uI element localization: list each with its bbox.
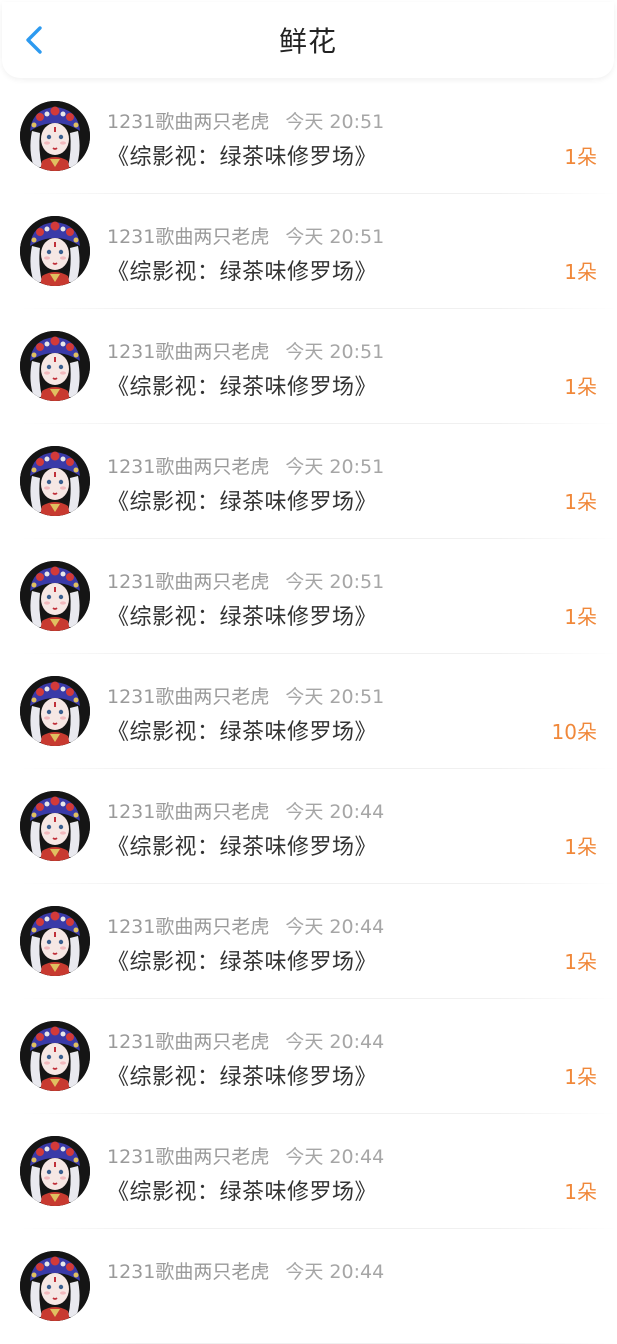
list-item[interactable]: 1231歌曲两只老虎 今天 20:44 《综影视：绿茶味修罗场》 1朵: [0, 884, 617, 999]
send-time: 今天 20:51: [285, 111, 385, 133]
list-item[interactable]: 1231歌曲两只老虎 今天 20:44 《综影视：绿茶味修罗场》 1朵: [0, 999, 617, 1114]
send-time: 今天 20:44: [285, 801, 385, 823]
sender-name: 1231歌曲两只老虎: [107, 1146, 270, 1168]
avatar[interactable]: [20, 1021, 90, 1091]
send-time: 今天 20:44: [285, 1031, 385, 1053]
list-item[interactable]: 1231歌曲两只老虎 今天 20:51 《综影视：绿茶味修罗场》 1朵: [0, 309, 617, 424]
opera-avatar-image: [20, 446, 90, 516]
avatar[interactable]: [20, 101, 90, 171]
send-time: 今天 20:44: [285, 916, 385, 938]
send-time: 今天 20:51: [285, 571, 385, 593]
avatar[interactable]: [20, 906, 90, 976]
top-bar: 鲜花: [2, 2, 614, 78]
avatar[interactable]: [20, 1251, 90, 1321]
record-meta: 1231歌曲两只老虎 今天 20:44: [107, 797, 384, 824]
record-meta: 1231歌曲两只老虎 今天 20:51: [107, 107, 384, 134]
list-item[interactable]: 1231歌曲两只老虎 今天 20:44: [0, 1229, 617, 1344]
flower-count: 1朵: [564, 490, 597, 514]
sender-name: 1231歌曲两只老虎: [107, 571, 270, 593]
list-item[interactable]: 1231歌曲两只老虎 今天 20:51 《综影视：绿茶味修罗场》 10朵: [0, 654, 617, 769]
flower-count: 10朵: [551, 720, 597, 744]
flower-count: 1朵: [564, 605, 597, 629]
record-meta: 1231歌曲两只老虎 今天 20:44: [107, 1027, 384, 1054]
record-meta: 1231歌曲两只老虎 今天 20:51: [107, 337, 384, 364]
send-time: 今天 20:51: [285, 341, 385, 363]
avatar[interactable]: [20, 216, 90, 286]
opera-avatar-image: [20, 561, 90, 631]
sender-name: 1231歌曲两只老虎: [107, 916, 270, 938]
record-meta: 1231歌曲两只老虎 今天 20:51: [107, 567, 384, 594]
sender-name: 1231歌曲两只老虎: [107, 456, 270, 478]
avatar[interactable]: [20, 561, 90, 631]
list-item[interactable]: 1231歌曲两只老虎 今天 20:51 《综影视：绿茶味修罗场》 1朵: [0, 79, 617, 194]
avatar[interactable]: [20, 446, 90, 516]
opera-avatar-image: [20, 331, 90, 401]
sender-name: 1231歌曲两只老虎: [107, 226, 270, 248]
flower-count: 1朵: [564, 835, 597, 859]
book-title: 《综影视：绿茶味修罗场》: [107, 950, 378, 975]
list-item[interactable]: 1231歌曲两只老虎 今天 20:51 《综影视：绿茶味修罗场》 1朵: [0, 194, 617, 309]
send-time: 今天 20:51: [285, 686, 385, 708]
flower-count: 1朵: [564, 375, 597, 399]
record-meta: 1231歌曲两只老虎 今天 20:51: [107, 682, 384, 709]
opera-avatar-image: [20, 1136, 90, 1206]
record-meta: 1231歌曲两只老虎 今天 20:44: [107, 912, 384, 939]
sender-name: 1231歌曲两只老虎: [107, 686, 270, 708]
book-title: 《综影视：绿茶味修罗场》: [107, 145, 378, 170]
book-title: 《综影视：绿茶味修罗场》: [107, 260, 378, 285]
flower-count: 1朵: [564, 1065, 597, 1089]
sender-name: 1231歌曲两只老虎: [107, 1031, 270, 1053]
record-meta: 1231歌曲两只老虎 今天 20:51: [107, 452, 384, 479]
record-meta: 1231歌曲两只老虎 今天 20:51: [107, 222, 384, 249]
book-title: 《综影视：绿茶味修罗场》: [107, 375, 378, 400]
opera-avatar-image: [20, 676, 90, 746]
avatar[interactable]: [20, 676, 90, 746]
opera-avatar-image: [20, 101, 90, 171]
book-title: 《综影视：绿茶味修罗场》: [107, 490, 378, 515]
avatar[interactable]: [20, 331, 90, 401]
book-title: 《综影视：绿茶味修罗场》: [107, 605, 378, 630]
list-item[interactable]: 1231歌曲两只老虎 今天 20:44 《综影视：绿茶味修罗场》 1朵: [0, 769, 617, 884]
avatar[interactable]: [20, 791, 90, 861]
list-item[interactable]: 1231歌曲两只老虎 今天 20:51 《综影视：绿茶味修罗场》 1朵: [0, 539, 617, 654]
list-item[interactable]: 1231歌曲两只老虎 今天 20:51 《综影视：绿茶味修罗场》 1朵: [0, 424, 617, 539]
opera-avatar-image: [20, 1021, 90, 1091]
send-time: 今天 20:51: [285, 226, 385, 248]
opera-avatar-image: [20, 791, 90, 861]
opera-avatar-image: [20, 216, 90, 286]
avatar[interactable]: [20, 1136, 90, 1206]
sender-name: 1231歌曲两只老虎: [107, 111, 270, 133]
opera-avatar-image: [20, 1251, 90, 1321]
flower-count: 1朵: [564, 260, 597, 284]
book-title: 《综影视：绿茶味修罗场》: [107, 720, 378, 745]
opera-avatar-image: [20, 906, 90, 976]
flower-count: 1朵: [564, 145, 597, 169]
sender-name: 1231歌曲两只老虎: [107, 341, 270, 363]
sender-name: 1231歌曲两只老虎: [107, 801, 270, 823]
flower-record-list: 1231歌曲两只老虎 今天 20:51 《综影视：绿茶味修罗场》 1朵 1231…: [0, 79, 617, 1344]
flower-count: 1朵: [564, 950, 597, 974]
list-item[interactable]: 1231歌曲两只老虎 今天 20:44 《综影视：绿茶味修罗场》 1朵: [0, 1114, 617, 1229]
send-time: 今天 20:51: [285, 456, 385, 478]
record-meta: 1231歌曲两只老虎 今天 20:44: [107, 1142, 384, 1169]
page-title: 鲜花: [278, 25, 337, 58]
send-time: 今天 20:44: [285, 1146, 385, 1168]
flower-count: 1朵: [564, 1180, 597, 1204]
book-title: 《综影视：绿茶味修罗场》: [107, 835, 378, 860]
book-title: 《综影视：绿茶味修罗场》: [107, 1065, 378, 1090]
book-title: 《综影视：绿茶味修罗场》: [107, 1180, 378, 1205]
